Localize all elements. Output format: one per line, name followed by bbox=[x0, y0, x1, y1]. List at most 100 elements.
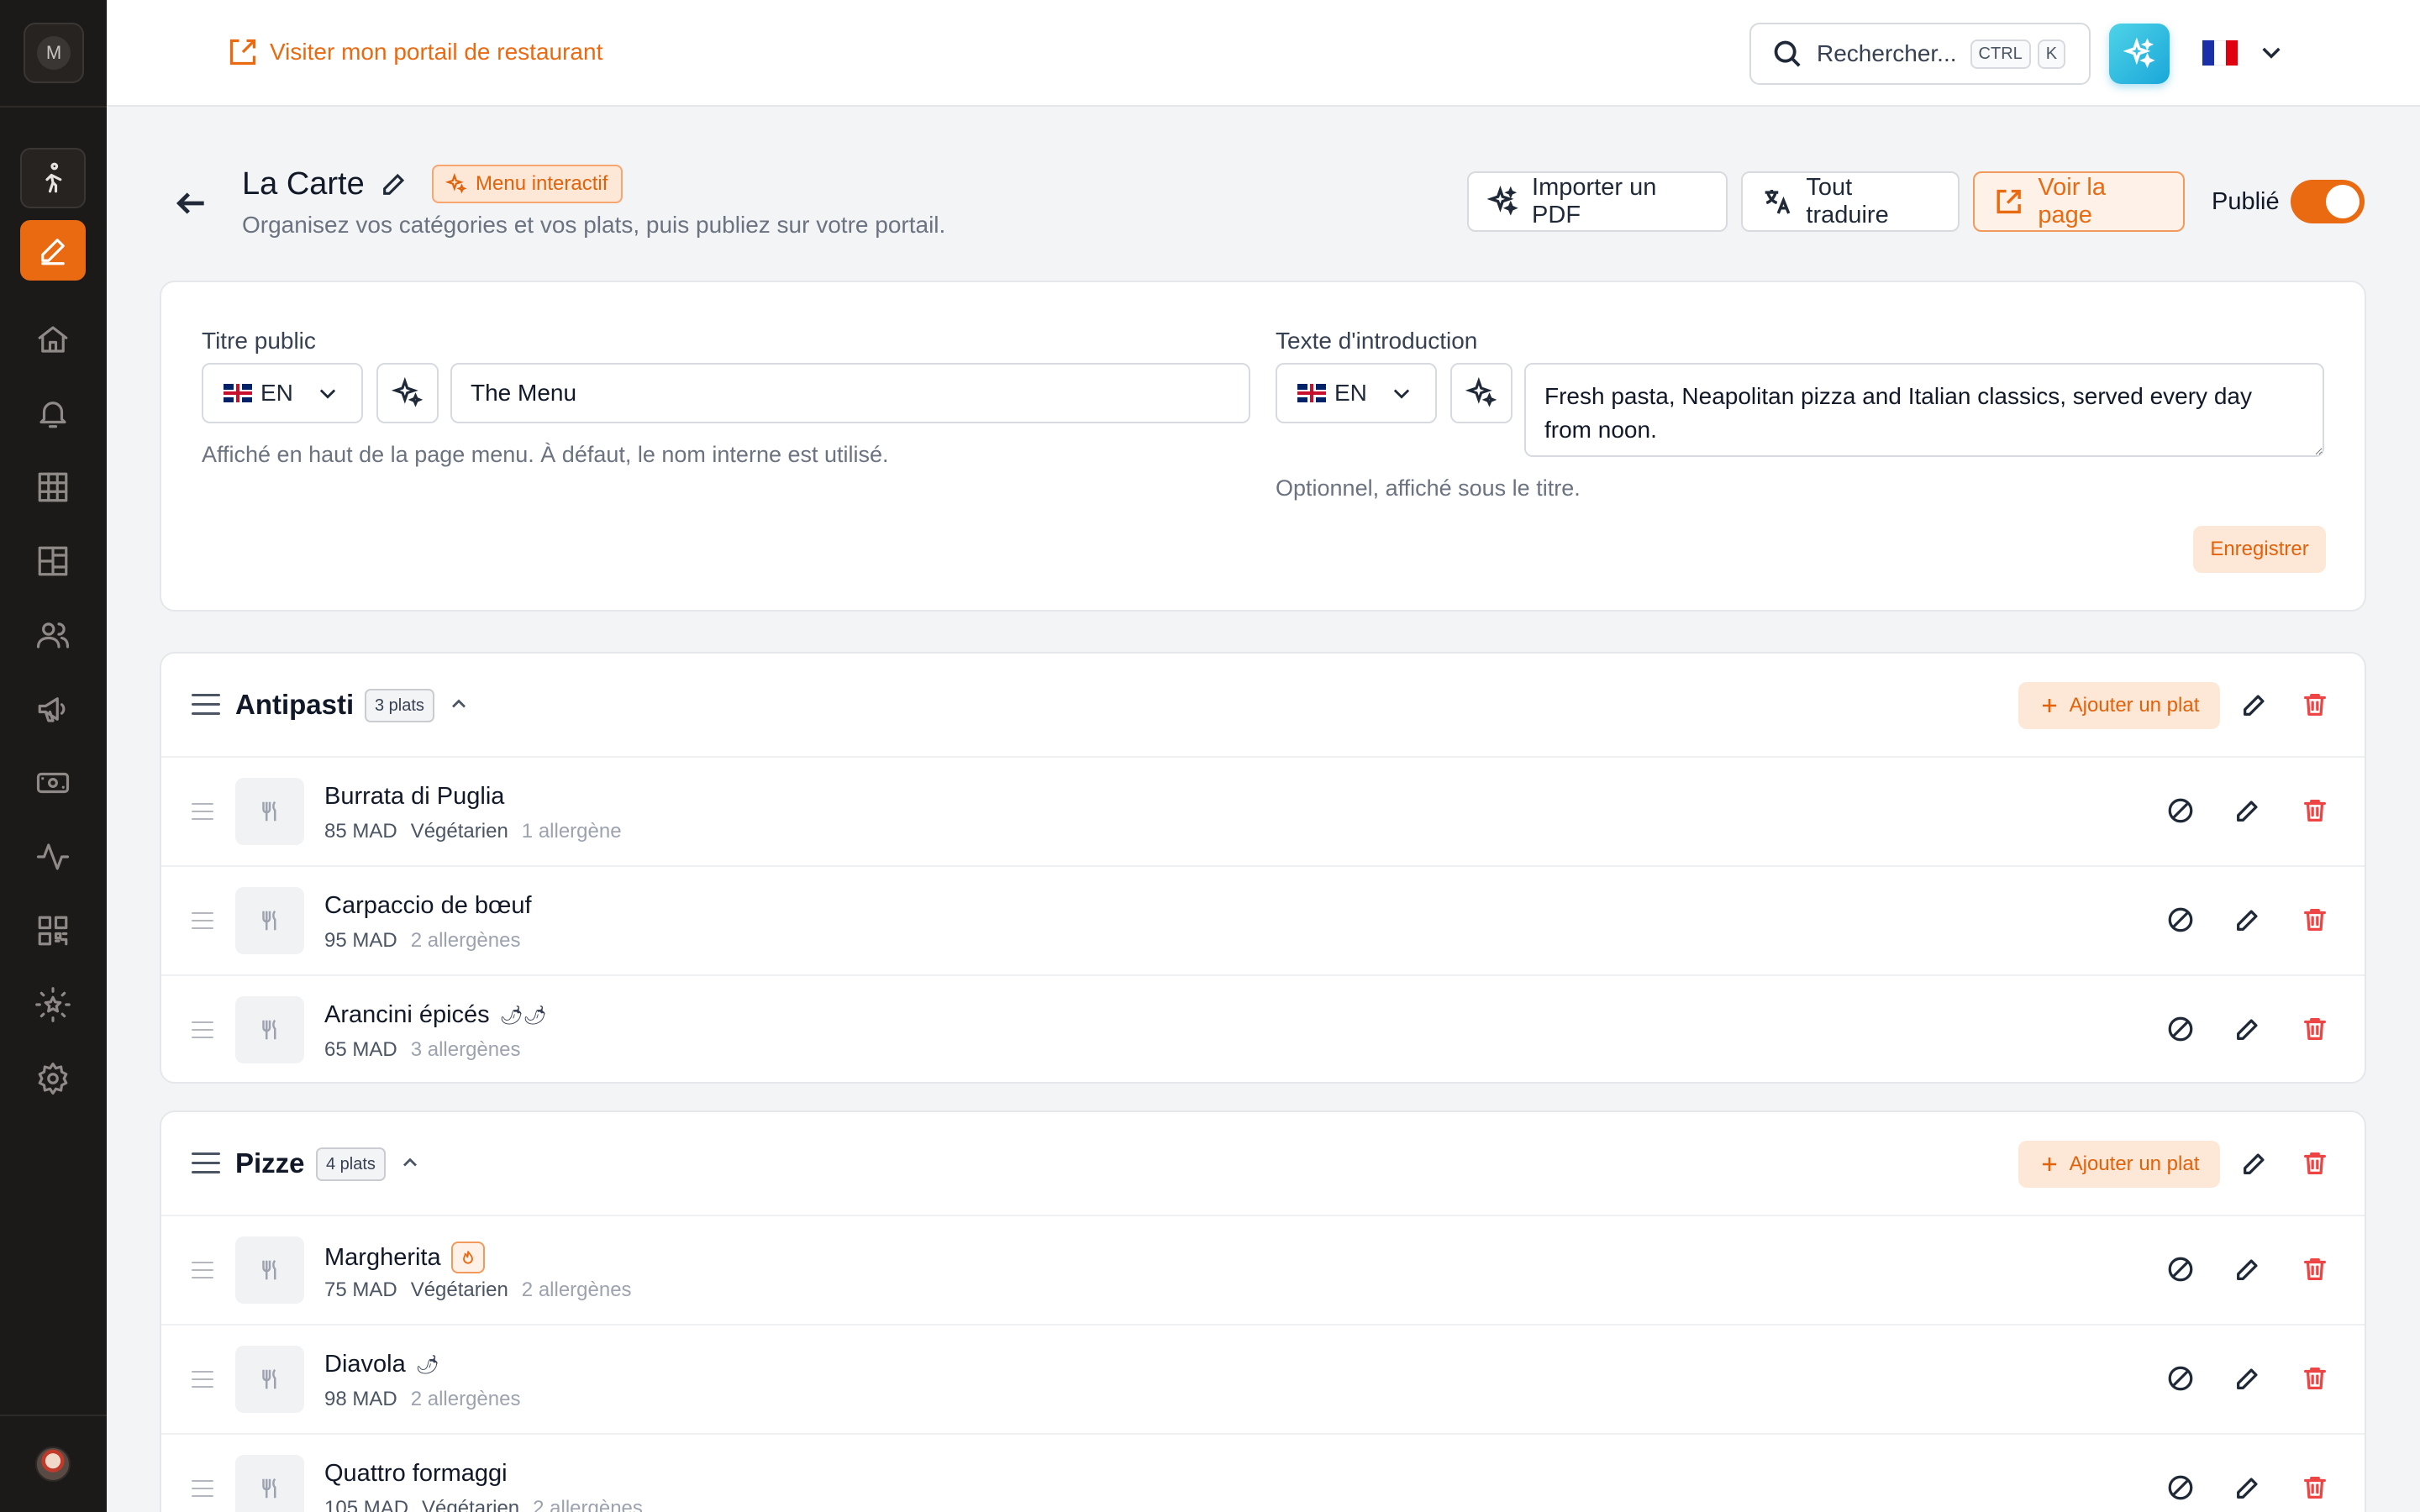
collapse-chevron-icon[interactable] bbox=[398, 1151, 422, 1174]
sidebar-item-marketing[interactable] bbox=[20, 679, 86, 739]
delete-dish-icon[interactable] bbox=[2301, 1255, 2329, 1284]
public-title-ai-button[interactable] bbox=[376, 363, 439, 423]
dish-name-text: Quattro formaggi bbox=[324, 1460, 508, 1487]
drag-handle-icon[interactable] bbox=[192, 694, 220, 717]
dish-price: 95 MAD bbox=[324, 929, 397, 952]
sidebar-item-payments[interactable] bbox=[20, 753, 86, 813]
dish-row[interactable]: Diavola 🌶 98 MAD 2 allergènes bbox=[161, 1326, 2365, 1435]
sidebar-item-home[interactable] bbox=[20, 309, 86, 370]
sidebar-item-tables[interactable] bbox=[20, 457, 86, 517]
visit-portal-link[interactable]: Visiter mon portail de restaurant bbox=[228, 37, 602, 67]
add-dish-label: Ajouter un plat bbox=[2069, 1152, 2200, 1175]
sidebar-item-analytics[interactable] bbox=[20, 827, 86, 887]
delete-category-icon[interactable] bbox=[2301, 1149, 2329, 1178]
dish-meta: 98 MAD 2 allergènes bbox=[324, 1388, 520, 1411]
dish-name: Margherita bbox=[324, 1242, 485, 1273]
drag-handle-icon[interactable] bbox=[192, 803, 213, 826]
drag-handle-icon[interactable] bbox=[192, 1371, 213, 1394]
edit-dish-icon[interactable] bbox=[2233, 796, 2262, 825]
uk-flag-icon bbox=[224, 384, 252, 402]
disable-dish-icon[interactable] bbox=[2166, 1015, 2195, 1043]
import-pdf-button[interactable]: Importer un PDF bbox=[1467, 171, 1728, 232]
layout-icon bbox=[38, 546, 68, 576]
dish-image-placeholder bbox=[235, 778, 304, 845]
dish-allergens: 2 allergènes bbox=[410, 929, 521, 952]
flame-icon bbox=[450, 1242, 485, 1273]
dish-row[interactable]: Carpaccio de bœuf 95 MAD 2 allergènes bbox=[161, 867, 2365, 976]
intro-language-select[interactable]: EN bbox=[1276, 363, 1437, 423]
delete-dish-icon[interactable] bbox=[2301, 1015, 2329, 1043]
edit-dish-icon[interactable] bbox=[2233, 1255, 2262, 1284]
add-dish-button[interactable]: Ajouter un plat bbox=[2018, 682, 2220, 729]
dish-meta: 65 MAD 3 allergènes bbox=[324, 1038, 520, 1062]
disable-dish-icon[interactable] bbox=[2166, 796, 2195, 825]
drag-handle-icon[interactable] bbox=[192, 912, 213, 935]
workspace-switcher[interactable]: M bbox=[24, 23, 84, 83]
delete-dish-icon[interactable] bbox=[2301, 906, 2329, 934]
delete-dish-icon[interactable] bbox=[2301, 1364, 2329, 1393]
public-title-language-select[interactable]: EN bbox=[202, 363, 363, 423]
published-toggle[interactable] bbox=[2291, 180, 2365, 223]
view-page-button[interactable]: Voir la page bbox=[1973, 171, 2185, 232]
intro-textarea[interactable]: Fresh pasta, Neapolitan pizza and Italia… bbox=[1524, 363, 2324, 457]
published-label: Publié bbox=[2212, 188, 2280, 215]
view-page-label: Voir la page bbox=[2038, 174, 2106, 228]
intro-hint: Optionnel, affiché sous le titre. bbox=[1276, 475, 1581, 501]
edit-dish-icon[interactable] bbox=[2233, 1015, 2262, 1043]
edit-dish-icon[interactable] bbox=[2233, 1364, 2262, 1393]
dish-row[interactable]: Margherita 75 MAD Végétarien 2 allergène… bbox=[161, 1216, 2365, 1326]
sidebar-item-settings[interactable] bbox=[20, 1048, 86, 1109]
sidebar: M bbox=[0, 0, 107, 1512]
category-header: Antipasti 3 plats Ajouter un plat bbox=[161, 654, 2365, 758]
edit-icon bbox=[41, 239, 65, 265]
user-avatar[interactable] bbox=[35, 1446, 71, 1482]
disable-dish-icon[interactable] bbox=[2166, 1364, 2195, 1393]
sidebar-item-customers[interactable] bbox=[20, 605, 86, 665]
dish-row[interactable]: Burrata di Puglia 85 MAD Végétarien 1 al… bbox=[161, 758, 2365, 867]
sidebar-item-menu-editor[interactable] bbox=[20, 220, 86, 281]
sidebar-item-walk[interactable] bbox=[20, 148, 86, 208]
french-flag-icon[interactable] bbox=[2202, 40, 2238, 66]
add-dish-button[interactable]: Ajouter un plat bbox=[2018, 1141, 2220, 1188]
edit-dish-icon[interactable] bbox=[2233, 906, 2262, 934]
edit-category-icon[interactable] bbox=[2240, 1149, 2269, 1178]
delete-dish-icon[interactable] bbox=[2301, 1473, 2329, 1502]
disable-dish-icon[interactable] bbox=[2166, 1255, 2195, 1284]
public-title-hint: Affiché en haut de la page menu. À défau… bbox=[202, 442, 889, 467]
delete-category-icon[interactable] bbox=[2301, 690, 2329, 719]
sidebar-item-notifications[interactable] bbox=[20, 383, 86, 444]
dish-count-badge: 4 plats bbox=[316, 1147, 386, 1181]
save-button[interactable]: Enregistrer bbox=[2193, 526, 2326, 573]
dish-tag: Végétarien bbox=[410, 820, 508, 843]
edit-title-icon[interactable] bbox=[380, 170, 408, 198]
dish-name-text: Diavola bbox=[324, 1351, 406, 1378]
drag-handle-icon[interactable] bbox=[192, 1262, 213, 1284]
search-input[interactable]: Rechercher... CTRL K bbox=[1749, 23, 2091, 85]
disable-dish-icon[interactable] bbox=[2166, 1473, 2195, 1502]
drag-handle-icon[interactable] bbox=[192, 1152, 220, 1176]
delete-dish-icon[interactable] bbox=[2301, 796, 2329, 825]
back-arrow-icon[interactable] bbox=[173, 185, 210, 222]
sidebar-item-reviews[interactable] bbox=[20, 974, 86, 1035]
category-name: Antipasti bbox=[235, 689, 355, 720]
ai-assistant-button[interactable] bbox=[2109, 24, 2170, 84]
translate-all-button[interactable]: Tout traduire bbox=[1741, 171, 1960, 232]
drag-handle-icon[interactable] bbox=[192, 1480, 213, 1503]
bell-icon bbox=[39, 402, 66, 428]
edit-category-icon[interactable] bbox=[2240, 690, 2269, 719]
public-title-input[interactable] bbox=[450, 363, 1250, 423]
sidebar-item-qr[interactable] bbox=[20, 900, 86, 961]
public-title-language-value: EN bbox=[260, 380, 293, 406]
dish-name: Quattro formaggi bbox=[324, 1460, 508, 1488]
intro-ai-button[interactable] bbox=[1450, 363, 1512, 423]
megaphone-icon bbox=[38, 697, 66, 722]
drag-handle-icon[interactable] bbox=[192, 1021, 213, 1044]
disable-dish-icon[interactable] bbox=[2166, 906, 2195, 934]
dish-row[interactable]: Arancini épicés 🌶🌶 65 MAD 3 allergènes bbox=[161, 976, 2365, 1085]
chevron-down-icon bbox=[1393, 389, 1410, 399]
chevron-down-icon[interactable] bbox=[2258, 39, 2285, 66]
dish-row[interactable]: Quattro formaggi 105 MAD Végétarien 2 al… bbox=[161, 1435, 2365, 1512]
edit-dish-icon[interactable] bbox=[2233, 1473, 2262, 1502]
sidebar-item-floor-plan[interactable] bbox=[20, 531, 86, 591]
collapse-chevron-icon[interactable] bbox=[447, 692, 471, 716]
